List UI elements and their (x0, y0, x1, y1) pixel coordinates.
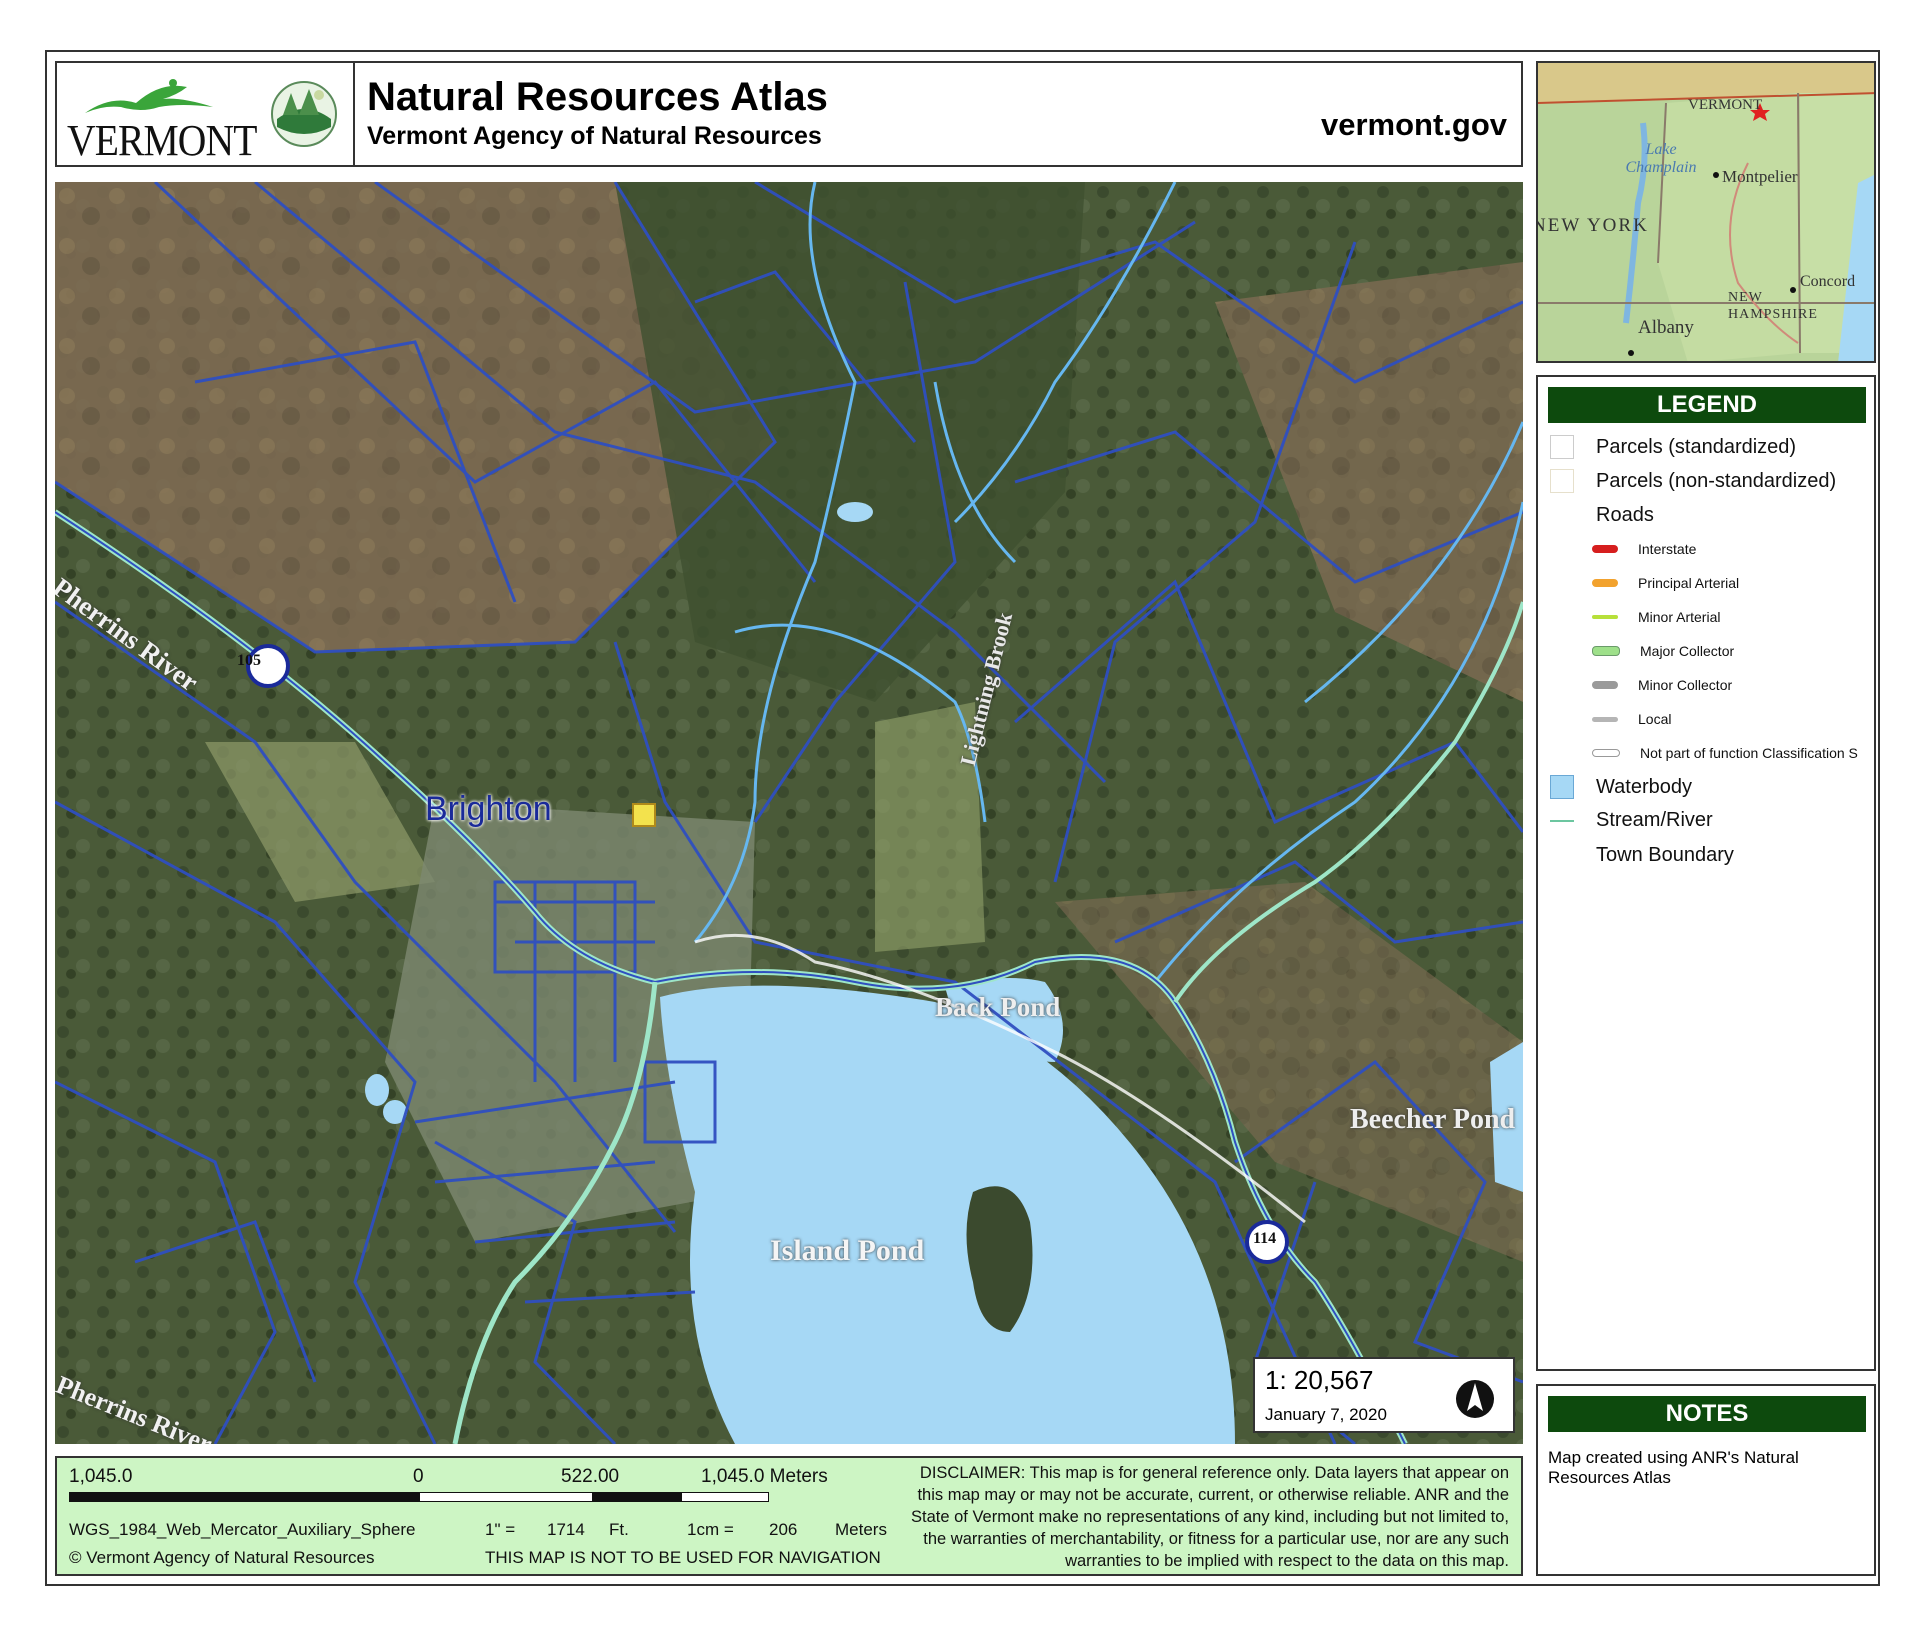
logo-area: VERMONT (57, 63, 355, 165)
road-swatch (1592, 646, 1620, 656)
legend-swatch (1550, 819, 1574, 822)
legend-swatch-blank (1550, 503, 1574, 527)
legend-swatch (1550, 775, 1574, 799)
road-swatch (1592, 681, 1618, 689)
vermont-logo-text: VERMONT (67, 116, 257, 165)
inset-label-albany: Albany (1638, 317, 1694, 338)
inch-unit: Ft. (609, 1520, 629, 1539)
locator-map: VERMONT Lake Champlain Montpelier NEW YO… (1536, 61, 1876, 363)
website-text: vermont.gov (1320, 107, 1507, 142)
scale-label-mid: 522.00 (561, 1466, 620, 1487)
projection-text: WGS_1984_Web_Mercator_Auxiliary_Sphere (69, 1520, 416, 1539)
scale-box: 1: 20,567 January 7, 2020 (1253, 1357, 1515, 1433)
legend-swatch (1550, 435, 1574, 459)
map-label-back-pond: Back Pond (935, 992, 1061, 1022)
legend-item-label: Roads (1596, 503, 1654, 526)
legend-item-parcels-non-standardized: Parcels (non-standardized) (1550, 469, 1836, 493)
scale-bar-segment (593, 1492, 681, 1502)
map-label-town: Brighton (425, 790, 552, 828)
route-105-label: 105 (237, 652, 261, 669)
road-swatch (1592, 615, 1618, 619)
inch-value: 1714 (547, 1520, 585, 1539)
scale-bar-segment (69, 1492, 419, 1502)
legend-road-interstate: Interstate (1592, 541, 1696, 557)
road-swatch (1592, 749, 1620, 757)
notes-text: Map created using ANR's Natural Resource… (1548, 1448, 1799, 1487)
road-label: Minor Collector (1638, 677, 1733, 693)
road-label: Interstate (1638, 541, 1697, 557)
scale-bar-segment (681, 1492, 769, 1502)
legend-swatch (1550, 469, 1574, 493)
legend-item-stream-river: Stream/River (1550, 809, 1713, 832)
inset-label-new-york: NEW YORK (1536, 215, 1649, 236)
navigation-warning: THIS MAP IS NOT TO BE USED FOR NAVIGATIO… (485, 1548, 881, 1567)
anr-seal-icon (271, 81, 337, 147)
notes-title: NOTES (1548, 1396, 1866, 1432)
road-label: Minor Arterial (1638, 609, 1721, 625)
legend-title: LEGEND (1548, 387, 1866, 423)
road-swatch (1592, 545, 1618, 553)
road-label: Local (1638, 711, 1672, 727)
scale-ratio: 1: 20,567 (1265, 1365, 1374, 1395)
cm-value: 206 (769, 1520, 798, 1539)
inset-label-vermont: VERMONT (1688, 97, 1763, 113)
road-label: Major Collector (1640, 643, 1735, 659)
inset-label-new-hampshire: NEW HAMPSHIRE (1728, 290, 1818, 322)
legend-road-local: Local (1592, 711, 1671, 727)
legend-road-principal-arterial: Principal Arterial (1592, 575, 1739, 591)
cm-unit: Meters (835, 1520, 887, 1539)
title-block: Natural Resources Atlas Vermont Agency o… (367, 75, 828, 151)
scale-bar-segment (419, 1492, 593, 1502)
cm-label: 1cm = (687, 1520, 734, 1539)
main-map[interactable]: Pherrins River 105 Brighton Lightning Br… (55, 182, 1523, 1444)
inset-label-lake-champlain: Lake Champlain (1625, 141, 1697, 176)
north-arrow-icon (1456, 1380, 1494, 1418)
map-date: January 7, 2020 (1265, 1405, 1387, 1424)
road-swatch (1592, 579, 1618, 587)
road-swatch (1592, 716, 1618, 722)
scale-label-zero: 0 (413, 1466, 424, 1487)
map-header: VERMONT Natural Resources Atlas Vermont … (55, 61, 1523, 167)
legend-item-label: Parcels (standardized) (1596, 435, 1797, 458)
legend-road-minor-arterial: Minor Arterial (1592, 609, 1720, 625)
inch-label: 1" = (485, 1520, 516, 1539)
legend-item-waterbody: Waterbody (1550, 775, 1692, 799)
map-label-island-pond: Island Pond (770, 1234, 925, 1267)
page-subtitle: Vermont Agency of Natural Resources (367, 122, 822, 150)
scale-label-right: 1,045.0 Meters (701, 1466, 828, 1487)
legend-item-label: Waterbody (1596, 775, 1692, 798)
legend-item-roads: Roads (1550, 503, 1654, 527)
legend-item-label: Town Boundary (1596, 843, 1734, 866)
legend-item-parcels-standardized: Parcels (standardized) (1550, 435, 1796, 459)
legend-item-label: Stream/River (1596, 809, 1713, 831)
copyright-text: © Vermont Agency of Natural Resources (69, 1548, 375, 1567)
legend-road-not-classified: Not part of function Classification S (1592, 745, 1858, 761)
legend-item-label: Parcels (non-standardized) (1596, 469, 1837, 492)
legend-road-major-collector: Major Collector (1592, 643, 1734, 659)
disclaimer-text: DISCLAIMER: This map is for general refe… (910, 1464, 1509, 1570)
page-title: Natural Resources Atlas (367, 75, 828, 119)
legend-item-town-boundary: Town Boundary (1550, 843, 1734, 867)
legend-panel: LEGEND Parcels (standardized) Parcels (n… (1536, 375, 1876, 1371)
scale-label-left: 1,045.0 (69, 1466, 133, 1487)
route-114-label: 114 (1253, 1230, 1277, 1247)
legend-road-minor-collector: Minor Collector (1592, 677, 1732, 693)
road-label: Principal Arterial (1638, 575, 1740, 591)
inset-label-montpelier: Montpelier (1722, 167, 1798, 186)
road-label: Not part of function Classification S (1640, 745, 1858, 761)
footer-panel: 1,045.0 0 522.00 1,045.0 Meters WGS_1984… (55, 1456, 1523, 1576)
notes-panel: NOTES Map created using ANR's Natural Re… (1536, 1384, 1876, 1576)
map-label-beecher-pond: Beecher Pond (1350, 1104, 1516, 1135)
legend-swatch (1550, 843, 1574, 867)
